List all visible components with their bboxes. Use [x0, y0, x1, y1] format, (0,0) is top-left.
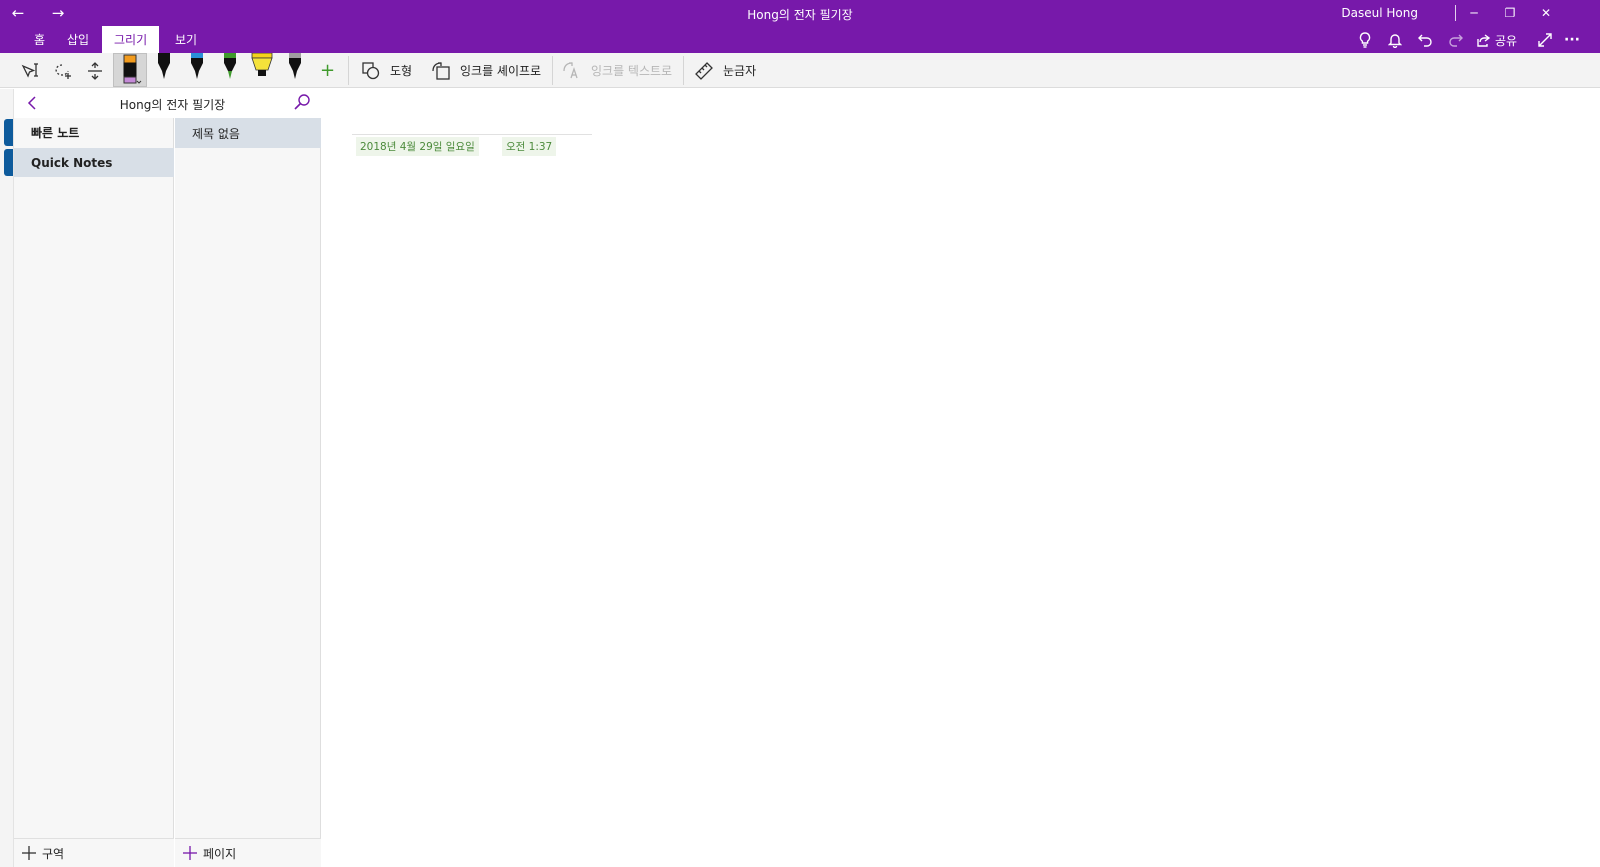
shapes-label: 도형 [390, 64, 413, 78]
share-button[interactable]: 공유 [1476, 30, 1522, 50]
eraser-tool-selected[interactable] [113, 53, 147, 87]
ribbon-tab-row: 홈 삽입 그리기 보기 공유 ··· [0, 26, 1600, 53]
page-list: 제목 없음 [175, 118, 321, 867]
minimize-button[interactable]: ─ [1456, 0, 1492, 26]
toolbar-separator [348, 56, 349, 85]
page-date: 2018년 4월 29일 일요일 [356, 137, 479, 156]
section-item[interactable]: 빠른 노트 [14, 118, 174, 147]
draw-toolbar: + 도형 잉크를 셰이프로 잉크를 텍스트로 눈금자 [0, 52, 1600, 88]
ink-to-text-icon [563, 61, 578, 78]
section-color-tab [4, 149, 13, 176]
tab-home[interactable]: 홈 [22, 26, 57, 53]
page-time: 오전 1:37 [502, 137, 557, 156]
restore-button[interactable]: ❐ [1492, 0, 1528, 26]
pen-green-icon[interactable] [217, 53, 243, 83]
add-space-icon[interactable] [86, 57, 104, 84]
share-icon [1477, 34, 1491, 47]
close-button[interactable]: ✕ [1528, 0, 1564, 26]
tab-insert[interactable]: 삽입 [55, 26, 101, 53]
section-item-selected[interactable]: Quick Notes [14, 148, 174, 177]
ink-to-shape-icon [432, 61, 450, 80]
notebook-title[interactable]: Hong의 전자 필기장 [54, 96, 291, 113]
pen-blue-icon[interactable] [184, 53, 210, 83]
add-page-button[interactable]: 페이지 [175, 838, 321, 867]
page-item-selected[interactable]: 제목 없음 [175, 118, 321, 148]
pen-silver-icon[interactable] [282, 53, 308, 83]
toolbar-separator [552, 56, 553, 85]
ink-to-shape-button[interactable]: 잉크를 셰이프로 [432, 57, 541, 84]
notebook-header: Hong의 전자 필기장 [14, 89, 321, 118]
pen-black-icon[interactable] [151, 53, 177, 83]
title-bar: ← → Hong의 전자 필기장 Daseul Hong ─ ❐ ✕ [0, 0, 1600, 26]
highlighter-yellow-icon[interactable] [247, 52, 277, 83]
ruler-button[interactable]: 눈금자 [695, 57, 756, 84]
shapes-icon [362, 61, 380, 79]
add-section-button[interactable]: 구역 [14, 838, 174, 867]
user-account-name[interactable]: Daseul Hong [1341, 6, 1418, 20]
tab-view[interactable]: 보기 [163, 26, 209, 53]
lasso-select-icon[interactable] [53, 57, 73, 84]
more-options-icon[interactable]: ··· [1561, 30, 1583, 50]
add-pen-icon[interactable]: + [320, 57, 335, 84]
shapes-button[interactable]: 도형 [362, 57, 412, 84]
bell-icon[interactable] [1386, 30, 1404, 50]
chevron-left-icon[interactable] [24, 94, 42, 112]
page-title-field[interactable] [352, 134, 592, 135]
plus-icon [22, 846, 36, 860]
ruler-icon [695, 61, 713, 80]
page-canvas[interactable]: 2018년 4월 29일 일요일 오전 1:37 [322, 89, 1600, 867]
ruler-label: 눈금자 [723, 64, 757, 78]
toolbar-separator [683, 56, 684, 85]
redo-icon[interactable] [1446, 30, 1464, 50]
section-color-tab [4, 119, 13, 146]
ink-to-text-button[interactable]: 잉크를 텍스트로 [563, 57, 672, 84]
fullscreen-icon[interactable] [1536, 30, 1554, 50]
eraser-icon [123, 54, 142, 84]
undo-icon[interactable] [1416, 30, 1434, 50]
search-icon[interactable] [293, 93, 311, 111]
lightbulb-icon[interactable] [1356, 30, 1374, 50]
navigation-strip [0, 89, 14, 867]
share-label: 공유 [1495, 33, 1518, 48]
add-page-label: 페이지 [203, 846, 237, 861]
ink-to-shape-label: 잉크를 셰이프로 [460, 64, 542, 78]
lasso-type-select-icon[interactable] [20, 57, 40, 84]
tab-draw[interactable]: 그리기 [102, 26, 160, 53]
section-list: 빠른 노트 Quick Notes [4, 118, 174, 867]
add-section-label: 구역 [42, 846, 65, 861]
plus-icon [183, 846, 197, 860]
ink-to-text-label: 잉크를 텍스트로 [591, 64, 673, 78]
